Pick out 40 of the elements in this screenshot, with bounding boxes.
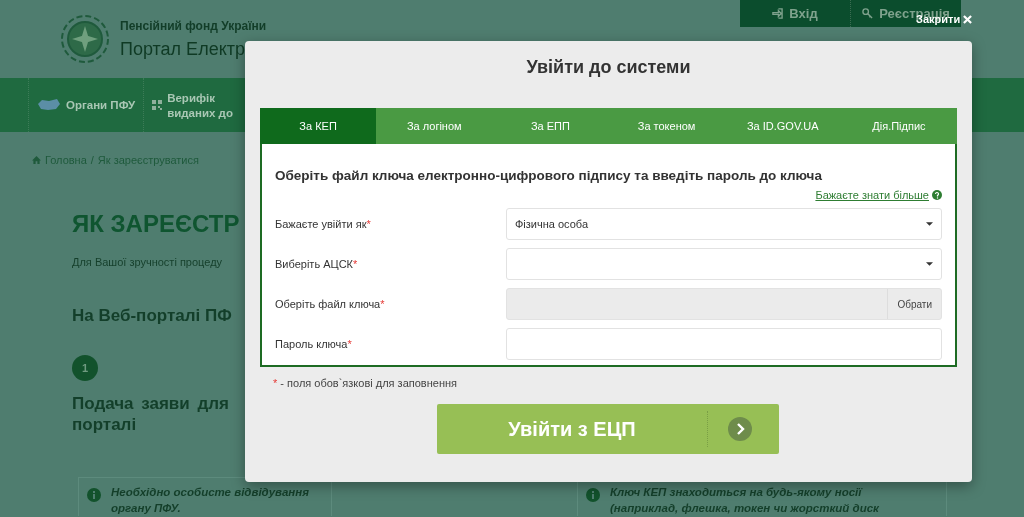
breadcrumb-separator: / — [90, 154, 94, 166]
step-title: Подача заяви для порталі — [72, 393, 229, 435]
note-text: Ключ КЕП знаходиться на будь-якому носії (наприклад, флешка, токен чи жорсткий диск — [610, 485, 879, 516]
emblem-logo-icon — [60, 14, 110, 64]
sign-in-icon — [772, 8, 784, 19]
submit-button[interactable]: Увійти з ЕЦП — [437, 404, 779, 454]
key-icon — [862, 8, 874, 19]
organization-name: Пенсійний фонд України — [120, 18, 267, 33]
step-number: 1 — [72, 355, 98, 381]
dialog-title: Увійти до системи — [525, 56, 692, 79]
file-field[interactable]: Обрати — [506, 288, 942, 320]
nav-item[interactable]: Органи ПФУ — [28, 78, 144, 132]
help-icon — [932, 190, 942, 200]
field-label: Виберіть АЦСК* — [275, 258, 359, 270]
password-field[interactable] — [506, 328, 942, 360]
qr-code-icon — [152, 100, 163, 110]
nav-item[interactable]: Верифік виданих до — [143, 78, 241, 132]
page-title: ЯК ЗАРЕЄСТР — [72, 210, 240, 238]
chevron-right-icon — [728, 417, 752, 441]
dropdown-field[interactable]: Фізична особа — [506, 208, 942, 240]
intro-text: Для Вашої зручності процеду — [72, 256, 223, 268]
info-icon — [87, 488, 101, 502]
map-icon — [37, 98, 61, 112]
help-link[interactable]: Бажаєте знати більше — [815, 189, 929, 201]
field-label: Оберіть файл ключа* — [275, 298, 386, 310]
required-note: * - поля обов`язкові для заповнення — [273, 377, 458, 389]
section-title: На Веб-порталі ПФ — [72, 306, 232, 326]
dropdown-field[interactable] — [506, 248, 942, 280]
close-icon — [963, 14, 973, 24]
login-link[interactable]: Вхід — [740, 0, 850, 27]
field-label: Бажаєте увійти як* — [275, 218, 372, 230]
home-icon — [32, 156, 41, 164]
tab[interactable]: За КЕП — [260, 108, 377, 144]
field-label: Пароль ключа* — [275, 338, 353, 350]
instruction-text: Оберіть файл ключа електронно-цифрового підпису та введіть пароль до ключа — [275, 168, 823, 183]
note-text: Необхідно особисте відвідування органу ПФУ. — [111, 485, 309, 516]
caret-icon — [926, 262, 933, 266]
info-icon — [586, 488, 600, 502]
portal-title: Портал Електр — [120, 38, 246, 60]
caret-icon — [926, 222, 933, 226]
